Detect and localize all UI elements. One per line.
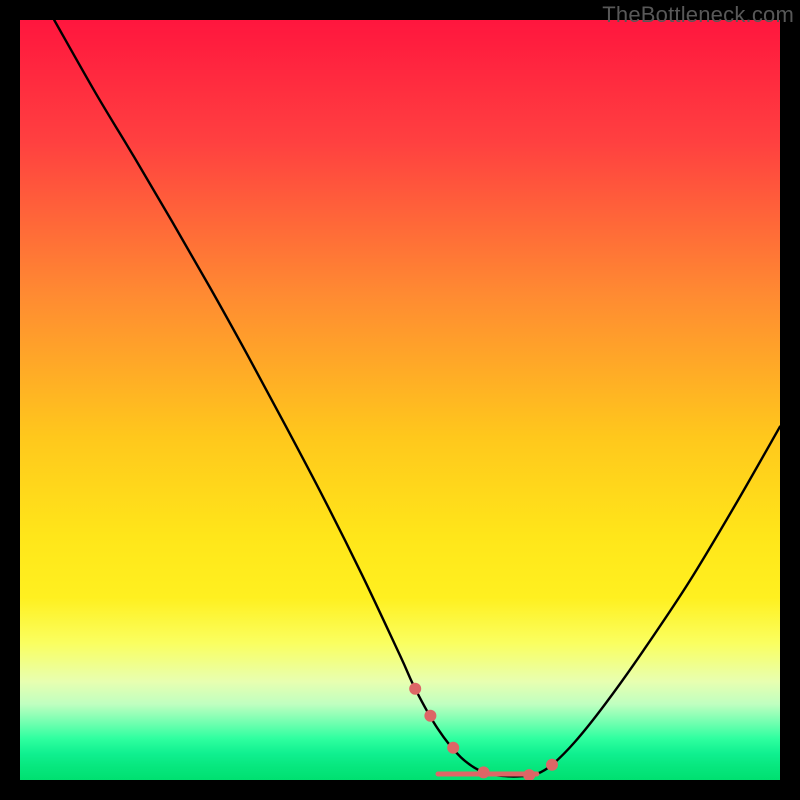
watermark-label: TheBottleneck.com bbox=[602, 2, 794, 28]
chart-frame: TheBottleneck.com bbox=[0, 0, 800, 800]
bottleneck-curve bbox=[20, 20, 780, 780]
plot-area bbox=[20, 20, 780, 780]
